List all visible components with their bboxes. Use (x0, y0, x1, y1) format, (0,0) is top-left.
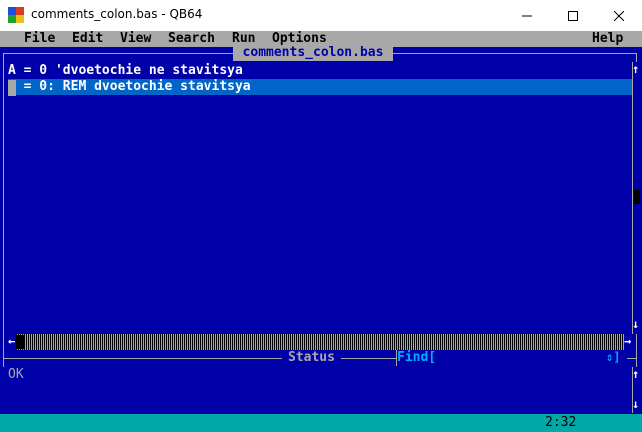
close-icon (614, 10, 624, 21)
menu-search[interactable]: Search (168, 31, 215, 47)
close-button[interactable] (596, 0, 642, 31)
qb64-ide: File Edit View Search Run Options Help c… (0, 31, 642, 432)
icon-quadrant (8, 15, 16, 23)
cursor-position: 2:32 (545, 415, 577, 430)
menu-edit[interactable]: Edit (72, 31, 103, 47)
icon-quadrant (16, 15, 24, 23)
find-label: Find[ (397, 350, 437, 365)
find-updown-icon[interactable]: ⇕] (606, 350, 620, 364)
scroll-up-arrow-icon[interactable]: ↑ (632, 62, 639, 76)
scroll-left-arrow-icon[interactable]: ← (8, 334, 15, 348)
window-titlebar: comments_colon.bas - QB64 (0, 0, 642, 32)
bottom-status-bar: 2:32 (0, 414, 642, 432)
text-cursor (8, 80, 16, 96)
menu-file[interactable]: File (24, 31, 55, 47)
status-message: OK (8, 367, 24, 382)
icon-quadrant (16, 7, 24, 15)
qb64-app-icon[interactable] (8, 7, 24, 23)
code-line-2-selected[interactable]: B = 0: REM dvoetochie stavitsya (8, 79, 633, 95)
status-scroll-down-arrow-icon[interactable]: ↓ (632, 397, 639, 411)
menu-view[interactable]: View (120, 31, 151, 47)
status-scroll-up-arrow-icon[interactable]: ↑ (632, 367, 639, 381)
menu-help[interactable]: Help (592, 31, 623, 47)
editor-frame[interactable] (3, 53, 637, 367)
horizontal-scroll-thumb[interactable] (16, 335, 24, 349)
vertical-scroll-thumb[interactable] (634, 190, 640, 204)
code-line-1[interactable]: A = 0 'dvoetochie ne stavitsya (8, 63, 243, 79)
minimize-button[interactable] (504, 0, 550, 31)
scroll-right-arrow-icon[interactable]: → (624, 334, 631, 348)
maximize-button[interactable] (550, 0, 596, 31)
icon-quadrant (8, 7, 16, 15)
find-field[interactable]: Find[ (396, 350, 627, 366)
minimize-icon (522, 15, 532, 16)
file-tab[interactable]: comments_colon.bas (233, 45, 393, 61)
horizontal-scrollbar[interactable] (16, 334, 624, 350)
maximize-icon (568, 10, 578, 21)
window-title: comments_colon.bas - QB64 (31, 7, 203, 21)
scroll-down-arrow-icon[interactable]: ↓ (632, 317, 639, 331)
status-label: Status (282, 350, 341, 366)
